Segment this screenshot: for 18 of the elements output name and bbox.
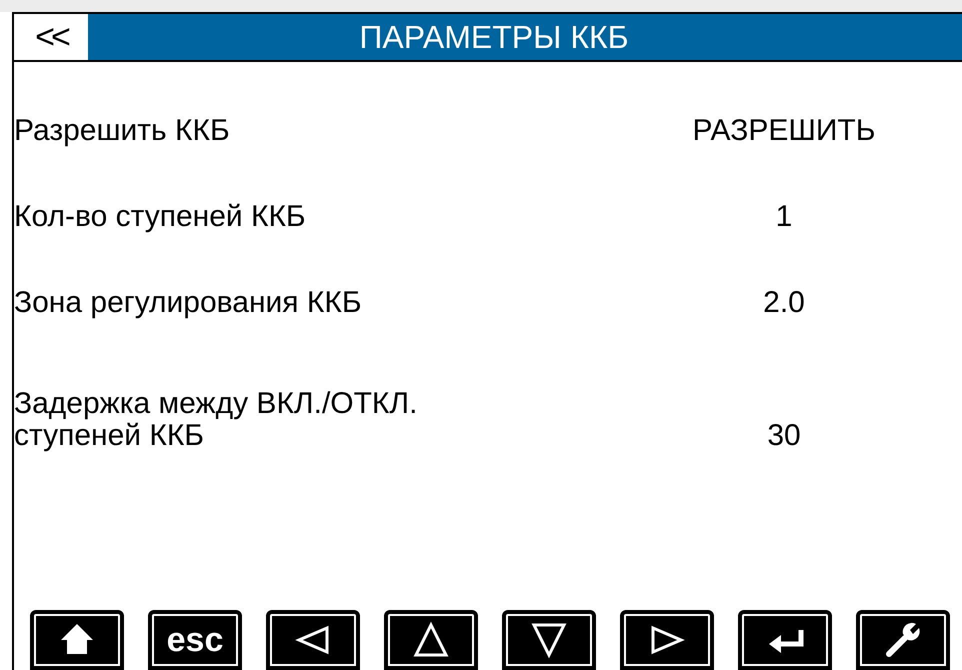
down-triangle-button[interactable]: [502, 610, 596, 670]
screen-title: ПАРАМЕТРЫ ККБ: [358, 21, 630, 53]
parameter-label: Задержка между ВКЛ./ОТКЛ. ступеней ККБ: [14, 388, 418, 452]
wrench-button[interactable]: [856, 610, 950, 670]
left-triangle-button[interactable]: [266, 610, 360, 670]
right-triangle-button[interactable]: [620, 610, 714, 670]
back-button[interactable]: <<: [14, 14, 88, 60]
enter-arrow-button[interactable]: [738, 610, 832, 670]
parameter-value[interactable]: 30: [614, 420, 954, 452]
parameter-label: Разрешить ККБ: [14, 115, 231, 147]
esc-button[interactable]: esc: [148, 610, 242, 670]
parameter-value[interactable]: 1: [614, 201, 954, 233]
parameter-value[interactable]: 2.0: [614, 287, 954, 319]
home-button[interactable]: [30, 610, 124, 670]
parameter-label: Зона регулирования ККБ: [14, 287, 363, 319]
parameter-value[interactable]: РАЗРЕШИТЬ: [614, 115, 954, 147]
parameter-label: Кол-во ступеней ККБ: [14, 201, 307, 233]
up-triangle-button[interactable]: [384, 610, 478, 670]
